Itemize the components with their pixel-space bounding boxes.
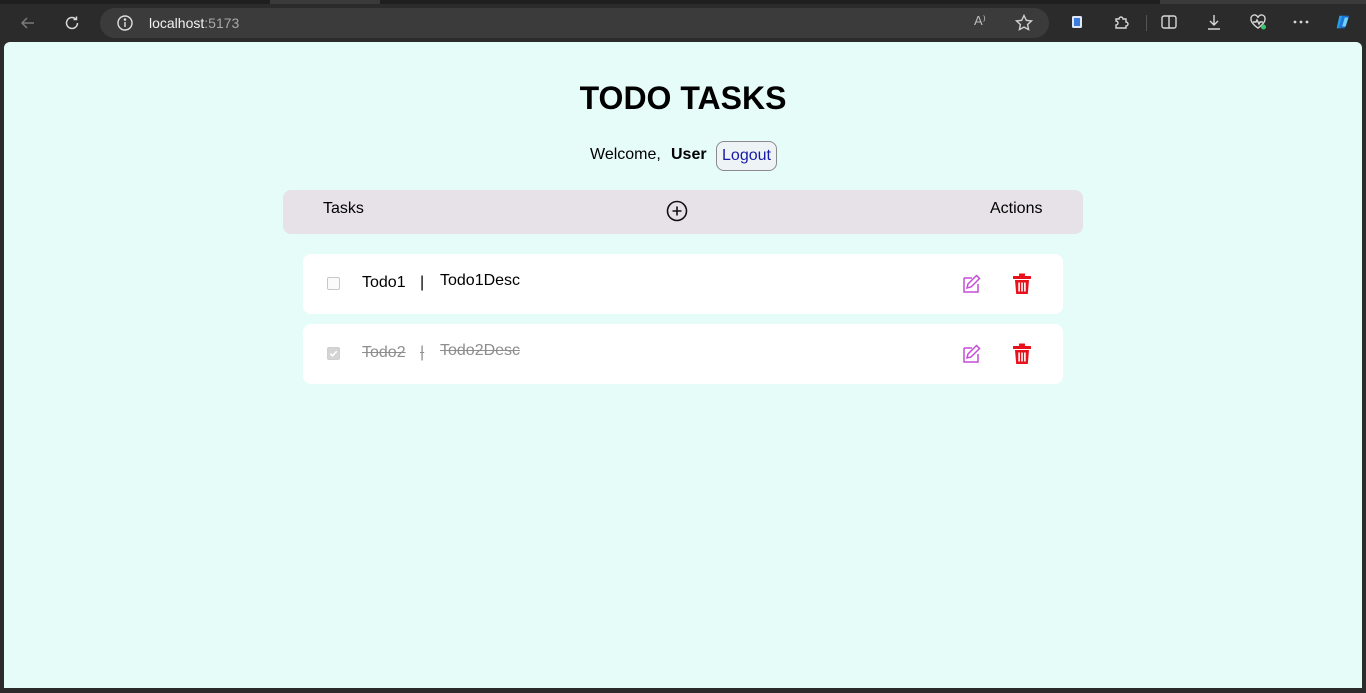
browser-essentials-button[interactable] [1247,11,1269,33]
url-text[interactable]: localhost:5173 [149,15,239,31]
edit-icon[interactable] [960,272,984,296]
info-icon[interactable] [116,14,134,32]
trash-icon[interactable] [1012,343,1032,365]
address-bar[interactable]: localhost:5173 A⁾ [100,8,1049,38]
actions-column-header: Actions [990,200,1043,217]
todo-description: Todo2Desc [440,342,521,359]
collections-icon [1072,16,1082,28]
browser-toolbar: localhost:5173 A⁾ [0,0,1366,44]
todo-item: Todo1 | Todo1Desc [303,254,1063,314]
downloads-button[interactable] [1203,11,1225,33]
read-aloud-icon[interactable]: A⁾ [974,13,994,33]
todo-description: Todo1Desc [440,272,521,289]
toolbar-separator [1146,15,1147,31]
url-host: localhost [149,15,205,31]
split-screen-button[interactable] [1158,11,1180,33]
url-port: :5173 [204,15,240,31]
split-screen-icon [1161,15,1177,29]
todo-item: Todo2 | Todo2Desc [303,324,1063,384]
page-title: TODO TASKS [579,80,787,116]
more-icon [1293,20,1309,24]
tab-background[interactable] [270,0,380,4]
heart-pulse-icon [1250,14,1266,30]
copilot-button[interactable] [1332,11,1354,33]
logout-button[interactable]: Logout [716,141,777,171]
extensions-button[interactable] [1110,11,1132,33]
todo-separator: | [420,344,425,361]
plus-circle-icon[interactable] [665,199,689,223]
tab-strip [0,0,1366,4]
copilot-icon [1336,15,1350,29]
download-icon [1208,15,1220,30]
todo-separator: | [420,274,425,291]
collections-button[interactable] [1066,11,1088,33]
username-label: User [671,146,707,163]
tab-background[interactable] [1160,0,1366,4]
edit-icon[interactable] [960,342,984,366]
welcome-text: Welcome, [590,146,661,163]
checkmark-icon [329,350,338,358]
puzzle-icon [1115,16,1129,29]
reload-icon [65,16,79,30]
todo-title: Todo1 [362,274,406,291]
reload-button[interactable] [60,11,84,35]
back-button[interactable] [16,11,40,35]
tasks-header-bar: Tasks Actions [283,190,1083,234]
todo-checkbox[interactable] [327,347,340,360]
trash-icon[interactable] [1012,273,1032,295]
tasks-column-header: Tasks [323,200,364,217]
todo-title: Todo2 [362,344,406,361]
todo-checkbox[interactable] [327,277,340,290]
more-menu-button[interactable] [1290,11,1312,33]
page-viewport: TODO TASKS Welcome, User Logout Tasks Ac… [4,42,1362,688]
favorite-star-icon[interactable] [1014,13,1034,33]
arrow-left-icon [20,17,34,29]
